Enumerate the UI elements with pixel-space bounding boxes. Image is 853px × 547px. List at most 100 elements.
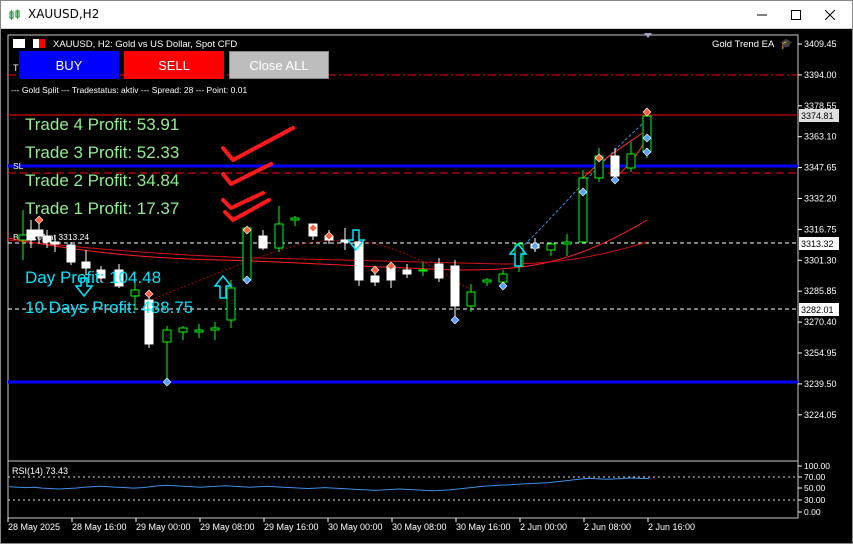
maximize-button[interactable]	[779, 1, 813, 29]
time-tick-label: 29 May 00:00	[136, 522, 191, 532]
candle-body	[242, 227, 252, 281]
trade4-profit: Trade 4 Profit: 53.91	[25, 115, 179, 134]
close-all-button[interactable]: Close ALL	[229, 51, 329, 79]
rsi-label: RSI(14) 73.43	[12, 466, 68, 476]
price-axis[interactable]: 3409.453394.003378.553363.103347.653332.…	[798, 39, 837, 420]
candle-body	[18, 234, 28, 241]
rsi-tick-label: 100.00	[804, 461, 830, 471]
price-tick-label: 3316.75	[804, 224, 837, 234]
rsi-tick-label: 30.00	[804, 495, 826, 505]
candle-body	[434, 263, 444, 279]
time-tick-label: 30 May 00:00	[328, 522, 383, 532]
rsi-tick-label: 70.00	[804, 472, 826, 482]
close-icon	[825, 10, 835, 20]
rsi-axis: 100.0070.0050.00 30.00 0.00	[798, 461, 830, 517]
candle-body	[626, 153, 636, 169]
trade-marker-icon	[144, 289, 154, 299]
ea-flag-icon-red	[39, 39, 45, 48]
candle-body	[562, 241, 572, 245]
sl-label: SL	[13, 161, 24, 171]
close-button[interactable]	[813, 1, 847, 29]
candle-body	[194, 329, 204, 333]
ea-cap-icon: 🎓	[780, 38, 792, 50]
candle-body	[290, 217, 300, 221]
rsi-line	[8, 477, 649, 492]
candle-body	[258, 235, 268, 249]
price-tick-label: 3409.45	[804, 39, 837, 49]
ten-days-profit: 10 Days Profit: 488.75	[25, 298, 193, 317]
candle-body	[482, 279, 492, 283]
minimize-icon	[757, 14, 767, 16]
candle-body	[546, 243, 556, 251]
trade-marker-icon	[450, 315, 460, 325]
price-tick-label: 3363.10	[804, 132, 837, 142]
candle-body	[498, 273, 508, 283]
trade-marker-icon	[530, 241, 540, 251]
candle-body	[450, 265, 460, 307]
price-chart[interactable]: XAUUSD, H2: Gold vs US Dollar, Spot CFD …	[1, 30, 852, 543]
candle-body	[354, 241, 364, 281]
price-tick-label: 3332.20	[804, 194, 837, 204]
price-tick-label: 3239.50	[804, 379, 837, 389]
time-tick-label: 28 May 16:00	[72, 522, 127, 532]
candle-body	[370, 275, 380, 283]
time-axis: 28 May 2025 28 May 16:00 29 May 00:00 29 Ma…	[7, 518, 695, 532]
trade2-profit: Trade 2 Profit: 34.84	[25, 171, 179, 190]
time-tick-label: 2 Jun 16:00	[648, 522, 695, 532]
ea-name: Gold Trend EA	[712, 39, 775, 50]
candle-body	[50, 241, 60, 245]
price-tick-label: 3301.30	[804, 255, 837, 265]
trade-marker-icon	[498, 281, 508, 291]
trade3-profit: Trade 3 Profit: 52.33	[25, 143, 179, 162]
chart-header-text: XAUUSD, H2: Gold vs US Dollar, Spot CFD	[53, 39, 237, 50]
time-tick-label: 30 May 16:00	[456, 522, 511, 532]
time-tick-label: 2 Jun 00:00	[520, 522, 567, 532]
lower-price-tag-text: 3282.01	[801, 305, 834, 315]
chart-app-icon	[9, 9, 20, 20]
chart-header-icon	[13, 39, 25, 48]
candle-body	[274, 223, 284, 249]
maximize-icon	[791, 10, 801, 20]
candle-body	[66, 244, 76, 263]
price-tick-label: 3224.05	[804, 410, 837, 420]
price-tick-label: 3347.65	[804, 163, 837, 173]
buy-button[interactable]: BUY	[19, 51, 119, 79]
title-bar[interactable]: XAUUSD,H2	[1, 1, 852, 29]
current-price-tag-text: 3374.81	[801, 111, 834, 121]
price-tick-label: 3394.00	[804, 70, 837, 80]
terminal-window: XAUUSD,H2 XAUUSD, H2: Gold vs US Dollar,…	[0, 0, 853, 544]
time-tick-label: 2 Jun 08:00	[584, 522, 631, 532]
checkmark-icon	[221, 126, 295, 162]
minimize-button[interactable]	[745, 1, 779, 29]
trade-marker-icon	[610, 175, 620, 185]
rsi-tick-label: 50.00	[804, 483, 826, 493]
checkmarks	[221, 126, 295, 222]
entry-price-tag-text: 3313.32	[801, 239, 834, 249]
candle-body	[226, 287, 236, 321]
time-tick-label: 28 May 2025	[8, 522, 60, 532]
chart-area[interactable]: XAUUSD, H2: Gold vs US Dollar, Spot CFD …	[1, 30, 852, 543]
status-line: --- Gold Split --- Tradestatus: aktiv --…	[11, 85, 247, 95]
candle-body	[42, 235, 52, 243]
candle-body	[130, 289, 140, 297]
time-tick-label: 29 May 16:00	[264, 522, 319, 532]
candle-body	[162, 329, 172, 343]
price-tick-label: 3270.40	[804, 317, 837, 327]
candle-body	[178, 327, 188, 333]
candle-body	[210, 327, 220, 331]
candle-body	[418, 269, 428, 272]
day-profit: Day Profit: 104.48	[25, 268, 161, 287]
candle-body	[26, 229, 36, 241]
trade-marker-icon	[162, 377, 172, 387]
candle-body	[610, 155, 620, 177]
sell-button[interactable]: SELL	[124, 51, 224, 79]
candle-body	[34, 229, 44, 237]
rsi-tick-label: 0.00	[804, 507, 821, 517]
window-title: XAUUSD,H2	[28, 7, 100, 21]
checkmark-icon	[223, 198, 271, 222]
candle-body	[402, 269, 412, 275]
chart-header: XAUUSD, H2: Gold vs US Dollar, Spot CFD …	[13, 38, 792, 50]
trade1-profit: Trade 1 Profit: 17.37	[25, 199, 179, 218]
candle-body	[466, 291, 476, 307]
price-tick-label: 3285.85	[804, 286, 837, 296]
